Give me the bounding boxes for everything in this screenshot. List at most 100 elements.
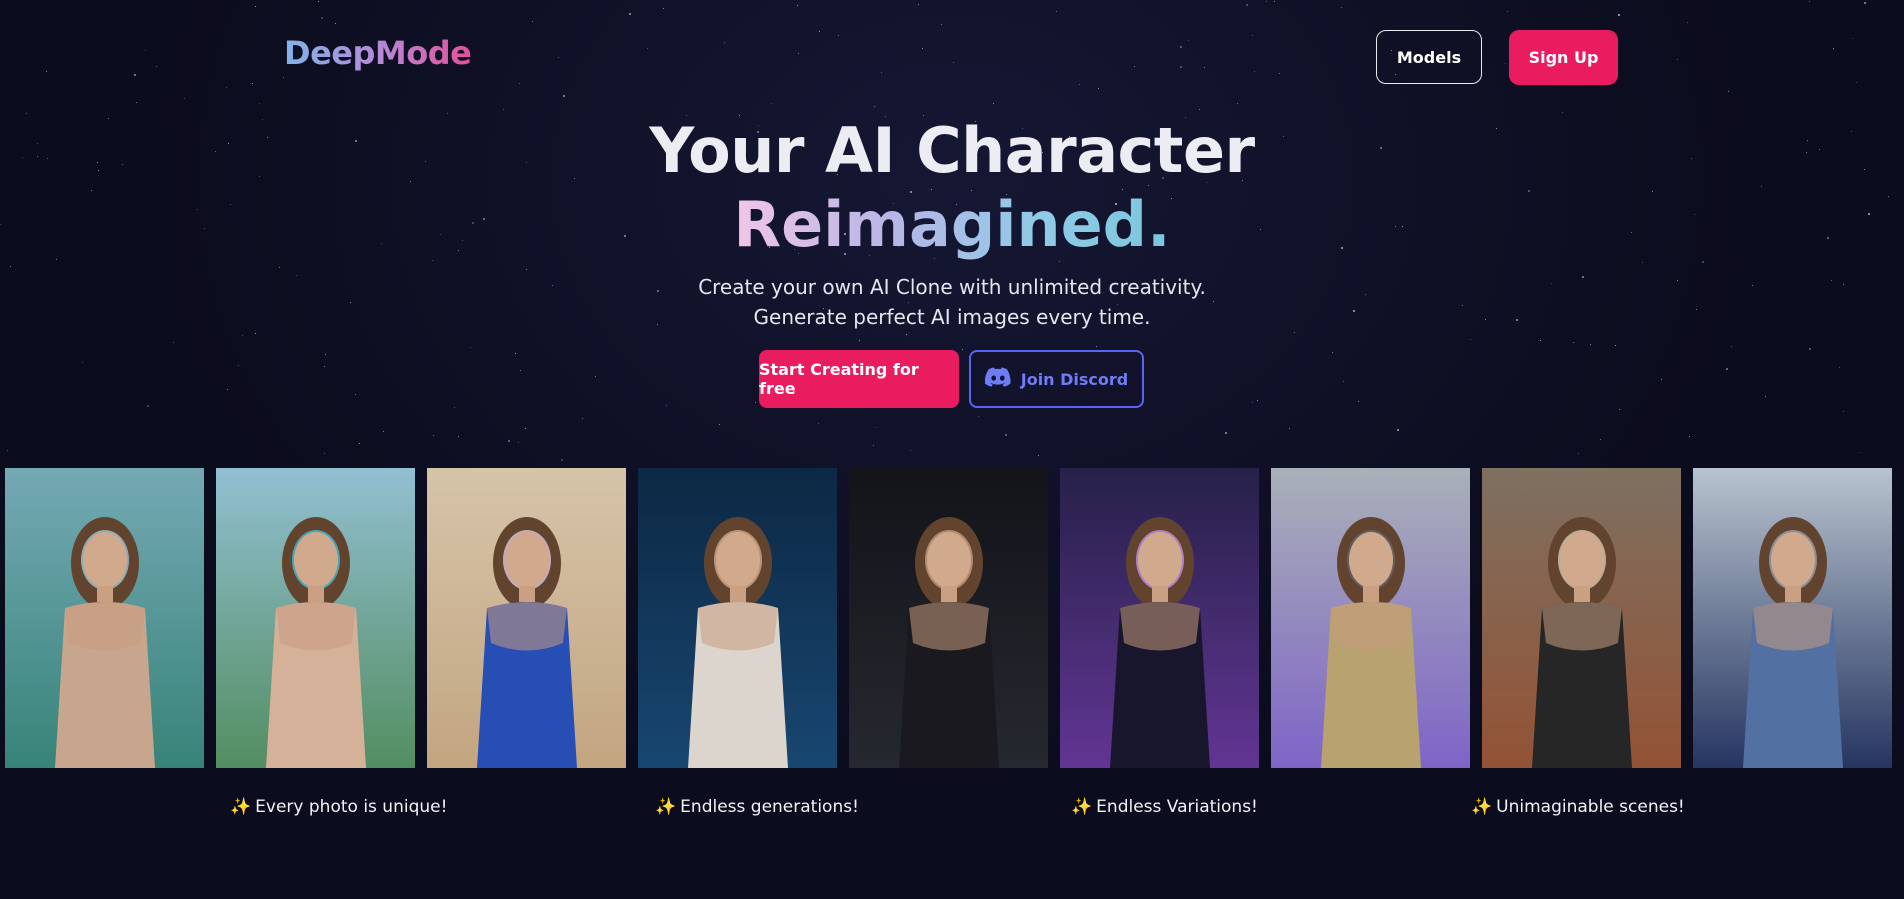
photo-illustration bbox=[1482, 468, 1681, 768]
star bbox=[519, 370, 521, 372]
star bbox=[1257, 400, 1259, 401]
gallery-image[interactable] bbox=[638, 468, 837, 768]
star bbox=[1294, 332, 1296, 334]
star bbox=[755, 402, 757, 404]
star bbox=[1728, 90, 1730, 92]
star bbox=[517, 441, 519, 443]
star bbox=[1005, 433, 1008, 436]
star bbox=[953, 61, 955, 63]
star bbox=[146, 405, 149, 408]
photo-illustration bbox=[1060, 468, 1259, 768]
star bbox=[562, 94, 565, 97]
star bbox=[145, 50, 147, 52]
gallery-image[interactable] bbox=[1271, 468, 1470, 768]
caption-text: Endless generations! bbox=[680, 797, 859, 817]
star bbox=[922, 47, 924, 49]
star bbox=[1288, 427, 1290, 429]
star bbox=[518, 82, 520, 84]
star bbox=[1469, 338, 1471, 340]
star bbox=[557, 56, 559, 58]
hero-subtitle-line-1: Create your own AI Clone with unlimited … bbox=[698, 275, 1206, 299]
brand-logo[interactable]: DeepMode bbox=[284, 34, 472, 72]
star bbox=[1808, 0, 1810, 2]
star bbox=[7, 450, 9, 452]
gallery-image[interactable] bbox=[849, 468, 1048, 768]
discord-icon bbox=[984, 367, 1011, 391]
star bbox=[1661, 378, 1663, 380]
star bbox=[1809, 347, 1812, 350]
photo-illustration bbox=[1271, 468, 1470, 768]
gallery-image[interactable] bbox=[1693, 468, 1892, 768]
star bbox=[1590, 343, 1592, 345]
start-creating-button[interactable]: Start Creating for free bbox=[759, 350, 959, 408]
star bbox=[797, 52, 799, 54]
star bbox=[46, 71, 48, 73]
star bbox=[560, 459, 563, 462]
star bbox=[325, 354, 327, 356]
hero-subtitle-line-2: Generate perfect AI images every time. bbox=[753, 305, 1151, 329]
signup-button[interactable]: Sign Up bbox=[1509, 30, 1618, 85]
star bbox=[457, 436, 459, 438]
sparkles-icon: ✨ bbox=[1471, 797, 1493, 817]
gallery-image[interactable] bbox=[5, 468, 204, 768]
star bbox=[251, 83, 253, 85]
star bbox=[470, 347, 472, 349]
star bbox=[382, 431, 384, 433]
star bbox=[282, 77, 284, 78]
sparkles-icon: ✨ bbox=[1071, 797, 1093, 817]
star bbox=[905, 333, 907, 335]
photo-illustration bbox=[427, 468, 626, 768]
join-discord-button[interactable]: Join Discord bbox=[969, 350, 1144, 408]
star bbox=[1855, 81, 1857, 83]
star bbox=[647, 48, 649, 50]
star bbox=[323, 366, 325, 368]
star bbox=[1731, 346, 1733, 348]
star bbox=[135, 102, 137, 104]
star bbox=[526, 269, 528, 271]
star bbox=[1851, 38, 1853, 40]
star bbox=[1037, 455, 1039, 457]
star bbox=[1619, 408, 1621, 410]
hero-subtitle: Create your own AI Clone with unlimited … bbox=[0, 272, 1904, 332]
star bbox=[1505, 62, 1507, 64]
star bbox=[1188, 39, 1190, 41]
star bbox=[875, 426, 877, 428]
star bbox=[358, 443, 360, 445]
caption-unique: ✨ Every photo is unique! bbox=[230, 797, 447, 817]
hero-title-accent: Reimagined. bbox=[0, 186, 1904, 264]
star bbox=[318, 1, 320, 3]
photo-illustration bbox=[638, 468, 837, 768]
star bbox=[1843, 410, 1845, 412]
gallery-image[interactable] bbox=[216, 468, 415, 768]
star bbox=[1839, 367, 1841, 369]
photo-illustration bbox=[216, 468, 415, 768]
gallery-image[interactable] bbox=[1482, 468, 1681, 768]
hero-title-accent-text: Reimagined. bbox=[733, 188, 1171, 261]
star bbox=[1254, 70, 1256, 72]
star bbox=[940, 23, 942, 25]
star bbox=[666, 404, 668, 406]
gallery-image[interactable] bbox=[427, 468, 626, 768]
star bbox=[1832, 48, 1834, 50]
star bbox=[1279, 72, 1281, 74]
caption-text: Every photo is unique! bbox=[255, 797, 448, 817]
star bbox=[1572, 341, 1574, 343]
join-discord-label: Join Discord bbox=[1020, 369, 1129, 389]
star bbox=[1864, 2, 1867, 5]
star bbox=[1688, 436, 1690, 438]
star bbox=[838, 34, 840, 36]
star bbox=[1251, 35, 1253, 37]
star bbox=[1577, 452, 1579, 454]
star bbox=[719, 424, 721, 426]
caption-variations: ✨ Endless Variations! bbox=[1071, 797, 1258, 817]
star bbox=[254, 5, 256, 7]
star bbox=[818, 30, 820, 32]
sparkles-icon: ✨ bbox=[655, 797, 677, 817]
star bbox=[242, 335, 244, 337]
gallery-image[interactable] bbox=[1060, 468, 1259, 768]
hero-title: Your AI Character bbox=[649, 114, 1255, 187]
models-button[interactable]: Models bbox=[1376, 30, 1482, 84]
star bbox=[1225, 432, 1228, 434]
star bbox=[977, 416, 979, 418]
star bbox=[1198, 109, 1200, 111]
